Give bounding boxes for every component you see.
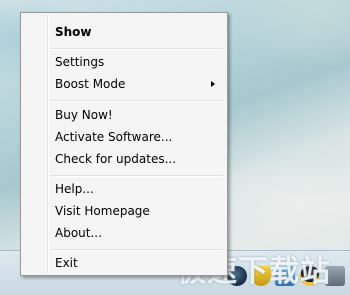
submenu-arrow-icon — [211, 81, 215, 87]
menu-separator — [51, 249, 223, 251]
menu-item-settings[interactable]: Settings — [23, 51, 225, 73]
menu-item-check-for-updates[interactable]: Check for updates... — [23, 148, 225, 170]
menu-separator — [51, 100, 223, 102]
menu-item-label: Buy Now! — [55, 108, 113, 122]
menu-item-label: Show — [55, 25, 92, 39]
menu-item-show[interactable]: Show — [23, 21, 225, 43]
menu-separator — [51, 48, 223, 50]
menu-item-label: Visit Homepage — [55, 204, 150, 218]
menu-separator — [51, 175, 223, 177]
menu-item-label: Activate Software... — [55, 130, 173, 144]
menu-item-label: Check for updates... — [55, 152, 177, 166]
menu-item-boost-mode[interactable]: Boost Mode — [23, 73, 225, 95]
menu-item-activate-software[interactable]: Activate Software... — [23, 126, 225, 148]
tray-context-menu: Show Settings Boost Mode Buy Now! Activa… — [20, 12, 228, 276]
menu-item-about[interactable]: About... — [23, 222, 225, 244]
menu-item-label: Exit — [55, 256, 78, 270]
menu-item-label: Boost Mode — [55, 77, 126, 91]
menu-item-label: About... — [55, 226, 102, 240]
menu-item-label: Settings — [55, 55, 105, 69]
menu-item-buy-now[interactable]: Buy Now! — [23, 104, 225, 126]
menu-item-visit-homepage[interactable]: Visit Homepage — [23, 200, 225, 222]
menu-item-exit[interactable]: Exit — [23, 252, 225, 274]
menu-item-label: Help... — [55, 182, 94, 196]
menu-item-help[interactable]: Help... — [23, 178, 225, 200]
